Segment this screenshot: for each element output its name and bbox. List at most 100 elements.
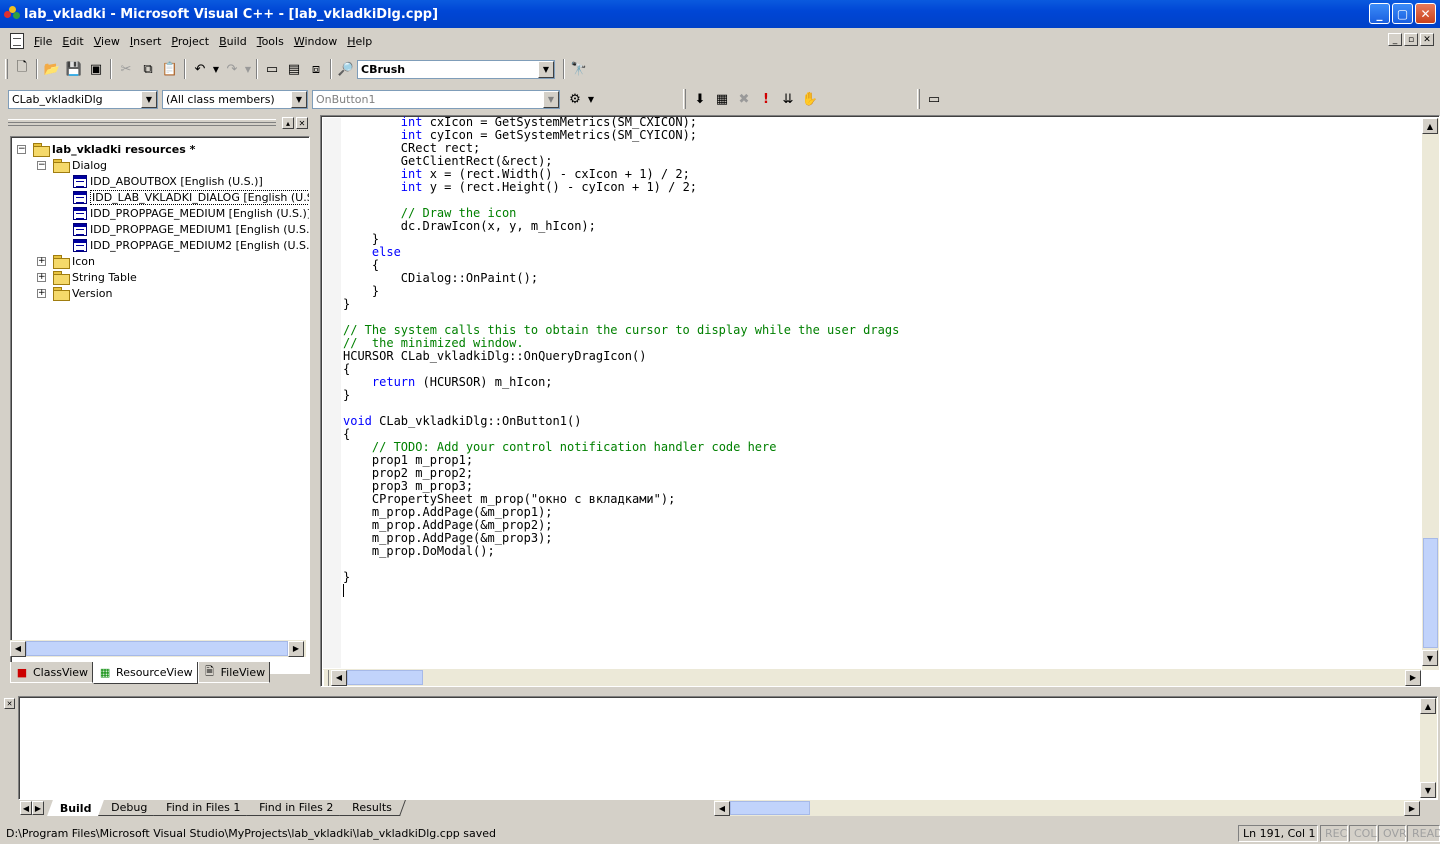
close-icon[interactable]: ✕: [4, 698, 15, 709]
compile-icon[interactable]: ⬇: [689, 88, 711, 110]
expand-icon[interactable]: +: [37, 289, 46, 298]
app-icon[interactable]: [4, 6, 20, 22]
tree-folder[interactable]: String Table: [53, 269, 137, 285]
tree-item-dialog[interactable]: IDD_PROPPAGE_MEDIUM [English (U.S.)]: [73, 205, 309, 221]
cut-icon[interactable]: ✂: [115, 58, 137, 80]
scroll-thumb[interactable]: [347, 670, 423, 685]
tab-prev-icon[interactable]: ▶: [32, 801, 44, 815]
member-combo[interactable]: OnButton1 ▼: [312, 89, 560, 109]
document-icon[interactable]: [10, 33, 24, 49]
search-icon[interactable]: 🔭: [568, 58, 590, 80]
window-list-icon[interactable]: ⧈: [305, 58, 327, 80]
tree-folder-dialog[interactable]: Dialog: [53, 157, 107, 173]
code-editor[interactable]: int cxIcon = GetSystemMetrics(SM_CXICON)…: [320, 115, 1440, 687]
menu-item[interactable]: File: [30, 35, 56, 48]
code-line[interactable]: }: [343, 571, 1413, 584]
tab-first-icon[interactable]: ◀: [20, 801, 32, 815]
tab-fileview[interactable]: 🗎 FileView: [197, 662, 271, 683]
editor-vertical-scrollbar[interactable]: ▲ ▼: [1422, 118, 1439, 670]
code-line[interactable]: [343, 584, 1413, 597]
collapse-icon[interactable]: −: [37, 161, 46, 170]
code-line[interactable]: m_prop.DoModal();: [343, 545, 1413, 558]
editor-gutter[interactable]: [323, 118, 341, 668]
tab-resourceview[interactable]: ▦ ResourceView: [93, 662, 198, 684]
workspace-panel-header[interactable]: ▴ ✕: [6, 116, 310, 130]
wizard-action-dropdown-icon[interactable]: ▼: [586, 88, 596, 110]
code-line[interactable]: int cyIcon = GetSystemMetrics(SM_CYICON)…: [343, 129, 1413, 142]
execute-icon[interactable]: !: [755, 88, 777, 110]
output-tab[interactable]: Results: [339, 800, 406, 816]
scroll-thumb[interactable]: [730, 801, 810, 815]
output-tab[interactable]: Find in Files 1: [152, 800, 254, 816]
scroll-left-icon[interactable]: ◀: [10, 640, 26, 657]
redo-icon[interactable]: ↷: [221, 58, 243, 80]
output-text-area[interactable]: ▲ ▼: [18, 696, 1438, 800]
paste-icon[interactable]: 📋: [159, 58, 181, 80]
menu-item[interactable]: Insert: [126, 35, 166, 48]
menu-item[interactable]: Window: [290, 35, 341, 48]
tree-folder[interactable]: Version: [53, 285, 112, 301]
mdi-close-button[interactable]: ✕: [1420, 33, 1434, 46]
output-window-icon[interactable]: ▤: [283, 58, 305, 80]
scroll-right-icon[interactable]: ▶: [1404, 800, 1420, 816]
code-line[interactable]: void CLab_vkladkiDlg::OnButton1(): [343, 415, 1413, 428]
scroll-left-icon[interactable]: ◀: [331, 669, 347, 686]
code-line[interactable]: prop1 m_prop1;: [343, 454, 1413, 467]
class-combo[interactable]: CLab_vkladkiDlg ▼: [8, 89, 158, 109]
menu-item[interactable]: View: [90, 35, 124, 48]
save-all-icon[interactable]: ▣: [85, 58, 107, 80]
scroll-right-icon[interactable]: ▶: [288, 640, 304, 657]
maximize-button[interactable]: ▢: [1392, 3, 1413, 24]
tree-folder[interactable]: Icon: [53, 253, 95, 269]
breakpoint-hand-icon[interactable]: ✋: [799, 88, 821, 110]
save-icon[interactable]: 💾: [63, 58, 85, 80]
expand-icon[interactable]: +: [37, 273, 46, 282]
menu-item[interactable]: Tools: [253, 35, 288, 48]
code-line[interactable]: CDialog::OnPaint();: [343, 272, 1413, 285]
expand-icon[interactable]: +: [37, 257, 46, 266]
go-icon[interactable]: ⇊: [777, 88, 799, 110]
output-tab[interactable]: Build: [47, 800, 106, 816]
tree-item-dialog[interactable]: IDD_LAB_VKLADKI_DIALOG [English (U.S.)]: [73, 189, 309, 205]
scroll-up-icon[interactable]: ▲: [1420, 698, 1436, 714]
undo-icon[interactable]: ↶: [189, 58, 211, 80]
wizard-action-icon[interactable]: ⚙: [564, 88, 586, 110]
scroll-down-icon[interactable]: ▼: [1420, 782, 1436, 798]
scroll-up-icon[interactable]: ▲: [1422, 118, 1438, 134]
stop-build-icon[interactable]: ✖: [733, 88, 755, 110]
menu-item[interactable]: Help: [343, 35, 376, 48]
undo-dropdown-icon[interactable]: ▼: [211, 58, 221, 80]
code-line[interactable]: [343, 558, 1413, 571]
code-line[interactable]: return (HCURSOR) m_hIcon;: [343, 376, 1413, 389]
chevron-down-icon[interactable]: ▼: [291, 90, 307, 108]
scroll-thumb[interactable]: [1423, 538, 1438, 648]
scroll-down-icon[interactable]: ▼: [1422, 650, 1438, 666]
tree-item-dialog[interactable]: IDD_PROPPAGE_MEDIUM1 [English (U.S.)]: [73, 221, 309, 237]
menu-item[interactable]: Project: [167, 35, 213, 48]
find-in-files-icon[interactable]: 🔎: [335, 58, 357, 80]
code-line[interactable]: }: [343, 298, 1413, 311]
code-line[interactable]: int y = (rect.Height() - cyIcon + 1) / 2…: [343, 181, 1413, 194]
title-bar[interactable]: lab_vkladki - Microsoft Visual C++ - [la…: [0, 0, 1440, 28]
copy-icon[interactable]: ⧉: [137, 58, 159, 80]
code-line[interactable]: else: [343, 246, 1413, 259]
code-line[interactable]: dc.DrawIcon(x, y, m_hIcon);: [343, 220, 1413, 233]
panel-close-icon[interactable]: ✕: [296, 117, 308, 129]
code-line[interactable]: prop2 m_prop2;: [343, 467, 1413, 480]
code-text[interactable]: int cxIcon = GetSystemMetrics(SM_CXICON)…: [343, 116, 1413, 669]
code-line[interactable]: }: [343, 233, 1413, 246]
output-horizontal-scrollbar[interactable]: ◀ ▶: [714, 800, 1420, 816]
scroll-right-icon[interactable]: ▶: [1405, 669, 1421, 686]
collapse-icon[interactable]: −: [17, 145, 26, 154]
scroll-thumb[interactable]: [26, 641, 288, 656]
menu-item[interactable]: Edit: [58, 35, 87, 48]
new-dialog-icon[interactable]: ▭: [923, 88, 945, 110]
editor-horizontal-scrollbar[interactable]: ◀ ▶: [323, 669, 1421, 686]
mdi-restore-button[interactable]: ▫: [1404, 33, 1418, 46]
build-icon[interactable]: ▦: [711, 88, 733, 110]
minimize-button[interactable]: _: [1369, 3, 1390, 24]
menu-item[interactable]: Build: [215, 35, 251, 48]
chevron-down-icon[interactable]: ▼: [543, 90, 559, 108]
redo-dropdown-icon[interactable]: ▼: [243, 58, 253, 80]
mdi-minimize-button[interactable]: _: [1388, 33, 1402, 46]
